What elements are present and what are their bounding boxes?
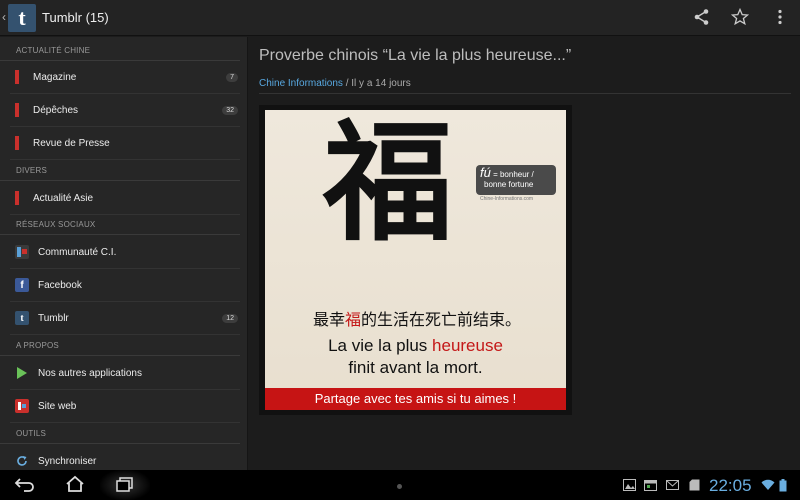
chinese-proverb: 最幸福的生活在死亡前结束。 [312, 310, 522, 329]
sidebar-item-magazine[interactable]: Magazine 7 [10, 61, 240, 94]
source-link[interactable]: Chine Informations [259, 78, 343, 89]
count-badge: 32 [222, 105, 238, 115]
divider [259, 93, 791, 94]
article-meta: Chine Informations / Il y a 14 jours [259, 78, 411, 89]
sidebar-item-label: Nos autres applications [38, 367, 142, 379]
sidebar-item-label: Facebook [38, 279, 82, 291]
sidebar-item-label: Actualité Asie [33, 192, 94, 204]
sidebar-item-facebook[interactable]: f Facebook [10, 269, 240, 302]
red-marker-icon [15, 70, 19, 84]
fu-character: 福 [323, 110, 454, 259]
navigation-drawer: ACTUALITÉ CHINE Magazine 7 Dépêches 32 R… [0, 37, 248, 470]
sidebar-item-synchroniser[interactable]: Synchroniser [10, 445, 240, 470]
section-header-actualite-chine: ACTUALITÉ CHINE [0, 41, 240, 61]
count-badge: 12 [222, 313, 238, 323]
article-pane: Proverbe chinois “La vie la plus heureus… [249, 37, 800, 470]
share-icon[interactable] [692, 8, 712, 28]
share-banner: Partage avec tes amis si tu aimes ! [265, 388, 566, 410]
page-indicator-dot [397, 484, 402, 489]
red-marker-icon [15, 136, 19, 150]
section-header-a-propos: A PROPOS [0, 336, 240, 356]
sidebar-item-site-web[interactable]: Site web [10, 390, 240, 423]
wifi-icon[interactable] [761, 479, 775, 491]
sync-icon [15, 454, 29, 468]
star-icon[interactable] [730, 7, 750, 28]
facebook-icon: f [15, 278, 29, 292]
sidebar-item-actualite-asie[interactable]: Actualité Asie [10, 182, 240, 215]
status-clock[interactable]: 22:05 [709, 476, 752, 496]
sidebar-item-revue-de-presse[interactable]: Revue de Presse [10, 127, 240, 160]
section-header-divers: DIVERS [0, 161, 240, 181]
fu-definition-tag: fú = bonheur / bonne fortune [476, 165, 556, 195]
sidebar-item-label: Tumblr [38, 312, 69, 324]
sidebar-item-label: Magazine [33, 71, 77, 83]
sidebar-item-label: Site web [38, 400, 77, 412]
calendar-notification-icon[interactable] [644, 479, 657, 491]
battery-icon[interactable] [779, 479, 787, 492]
recent-apps-icon[interactable] [110, 475, 140, 495]
section-header-outils: OUTILS [0, 424, 240, 444]
play-store-icon [15, 366, 29, 380]
tumblr-logo-icon[interactable]: t [8, 4, 36, 32]
overflow-menu-icon[interactable] [770, 8, 790, 28]
count-badge: 7 [226, 72, 238, 82]
section-header-reseaux-sociaux: RÉSEAUX SOCIAUX [0, 215, 240, 235]
french-proverb-line-1: La vie la plus heureuse [328, 336, 503, 355]
sidebar-item-autres-applications[interactable]: Nos autres applications [10, 357, 240, 390]
sd-card-notification-icon[interactable] [689, 479, 700, 491]
gmail-notification-icon[interactable] [666, 479, 679, 491]
sidebar-item-label: Synchroniser [38, 455, 97, 467]
sidebar-item-depeches[interactable]: Dépêches 32 [10, 94, 240, 127]
poster-site-label: Chine-Informations.com [480, 196, 534, 202]
sidebar-item-communaute[interactable]: Communauté C.I. [10, 236, 240, 269]
french-proverb-line-2: finit avant la mort. [348, 358, 483, 377]
app-title[interactable]: Tumblr (15) [42, 10, 109, 25]
action-bar: ‹ t Tumblr (15) [0, 0, 800, 36]
red-marker-icon [15, 191, 19, 205]
app-root: ‹ t Tumblr (15) ACTUALITÉ CHINE Magazine… [0, 0, 800, 500]
tumblr-icon: t [15, 311, 29, 325]
home-icon[interactable] [60, 475, 90, 495]
sidebar-item-label: Dépêches [33, 104, 79, 116]
sidebar-item-label: Communauté C.I. [38, 246, 117, 258]
gallery-notification-icon[interactable] [623, 479, 636, 491]
article-age: Il y a 14 jours [351, 78, 411, 89]
ci-logo-icon [15, 245, 29, 259]
article-title: Proverbe chinois “La vie la plus heureus… [259, 47, 572, 64]
article-image[interactable]: 福 fú = bonheur / bonne fortune Chine-Inf… [259, 105, 572, 415]
sidebar-item-tumblr[interactable]: t Tumblr 12 [10, 302, 240, 335]
proverb-poster: 福 fú = bonheur / bonne fortune Chine-Inf… [265, 110, 566, 410]
website-icon [15, 399, 29, 413]
red-marker-icon [15, 103, 19, 117]
back-icon[interactable] [10, 475, 40, 495]
sidebar-item-label: Revue de Presse [33, 137, 110, 149]
